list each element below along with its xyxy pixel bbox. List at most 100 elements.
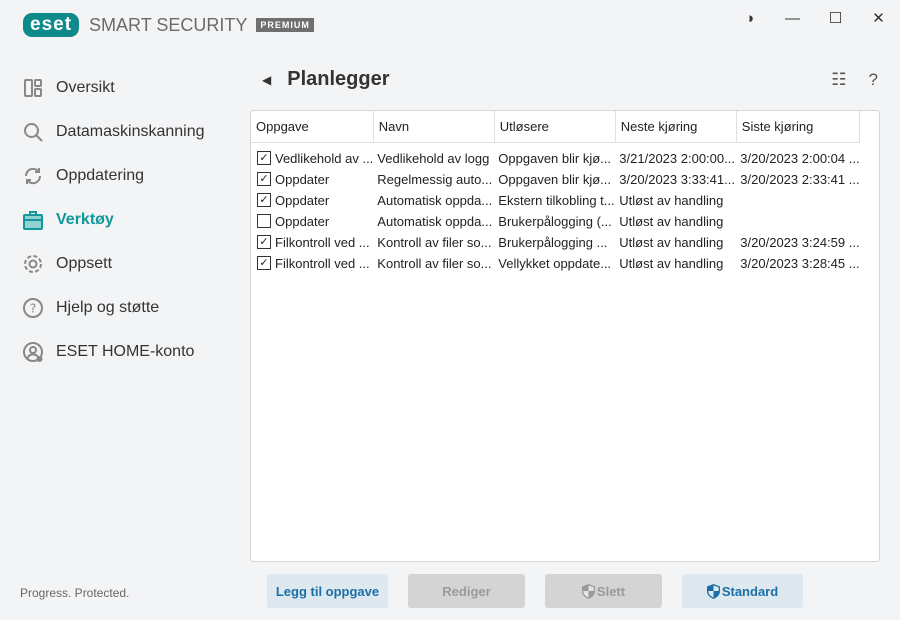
sidebar-item-label: Datamaskinskanning [56,123,205,140]
help-icon: ? [23,298,43,318]
task-enabled-checkbox[interactable]: ✓ [257,172,271,187]
table-cell [736,211,859,232]
sidebar-item-oversikt[interactable]: Oversikt [22,66,205,110]
column-header[interactable]: Navn [373,111,495,143]
column-header[interactable]: Siste kjøring [736,111,861,143]
sidebar-item-oppsett[interactable]: Oppsett [22,242,205,286]
default-button[interactable]: Standard [682,574,803,608]
gear-icon [24,255,42,273]
table-cell: ✓ Filkontroll ved ... [251,253,373,274]
table-cell: Brukerpålogging (... [494,211,615,232]
table-cell: 3/20/2023 3:33:41... [615,169,736,190]
table-row[interactable]: ✓ Oppdater Automatisk oppda... Ekstern tilk… [251,190,860,211]
cell-text: 3/20/2023 3:24:59 ... [740,235,860,250]
default-label: Standard [721,583,779,599]
theme-toggle-icon[interactable]: ◑ [728,8,771,28]
table-row[interactable]: ✓ Oppdater Regelmessig auto... Oppgaven bli… [251,169,860,190]
table-cell: Kontroll av filer so... [373,253,494,274]
cell-text: Utløst av handling [619,256,724,271]
column-header[interactable]: Oppgave [251,111,374,143]
sidebar-item-datamaskinskanning[interactable]: Datamaskinskanning [22,110,205,154]
table-cell: ✓ Oppdater [251,190,373,211]
maximize-button[interactable]: ☐ [814,8,857,28]
account-icon [23,342,43,362]
table-cell: 3/21/2023 2:00:00... [615,148,736,169]
cell-text: Utløst av handling [619,235,724,250]
table-row[interactable]: ✓ Filkontroll ved ... Kontroll av filer so… [251,253,860,274]
table-cell: Regelmessig auto... [373,169,494,190]
cell-text: Kontroll av filer so... [377,235,492,250]
delete-button[interactable]: Slett [545,574,662,608]
table-cell: Brukerpålogging ... [494,232,615,253]
scheduler-table-panel: Oppgave Navn Utløsere Neste kjøring Siste kj… [250,110,880,562]
task-enabled-checkbox[interactable]: ✓ [257,235,271,250]
back-button[interactable]: ◀ [262,73,271,87]
table-cell: Vellykket oppdate... [494,253,615,274]
page-title: Planlegger [287,68,390,90]
table-cell: Automatisk oppda... [373,190,494,211]
delete-label: Slett [596,583,626,599]
view-options-icon[interactable]: ☷ [831,70,846,90]
eset-logo: eset [23,13,80,37]
sidebar-item-oppdatering[interactable]: Oppdatering [22,154,205,198]
action-buttons: Legg til oppgave Rediger Slett Standard [267,574,803,608]
task-enabled-checkbox[interactable]: ✓ [257,256,271,271]
svg-text:?: ? [30,302,36,316]
cell-text: Filkontroll ved ... [275,234,370,250]
close-button[interactable]: ✕ [857,8,900,28]
sidebar-item-label: Oppdatering [56,167,145,184]
sidebar-item-verktøy[interactable]: Verktøy [22,198,205,242]
add-task-button[interactable]: Legg til oppgave [267,574,388,608]
cell-text: Oppdater [275,192,330,208]
edition-badge: PREMIUM [256,18,314,32]
edit-button[interactable]: Rediger [408,574,525,608]
sidebar-item-label: Oppsett [56,255,113,272]
header-actions: ☷ ? [831,70,878,90]
column-header[interactable]: Neste kjøring [615,111,737,143]
table-row[interactable]: ✓ Vedlikehold av ... Vedlikehold av logg Op… [251,148,860,169]
table-cell [736,190,859,211]
table-cell: Oppdater [251,211,373,232]
window-controls: ◑ — ☐ ✕ [728,8,900,28]
table-cell: 3/20/2023 3:28:45 ... [736,253,859,274]
add-task-label: Legg til oppgave [275,583,380,599]
help-icon[interactable]: ? [869,70,878,90]
table-cell: Ekstern tilkobling t... [494,190,615,211]
table-row[interactable]: Oppdater Automatisk oppda... Brukerpåloggi… [251,211,860,232]
cell-text: Oppdater [275,213,330,229]
cell-text: Utløst av handling [619,214,724,229]
sidebar-item-hjelp-og-støtte[interactable]: ? Hjelp og støtte [22,286,205,330]
table-row[interactable]: ✓ Filkontroll ved ... Kontroll av filer so… [251,232,860,253]
shield-icon [706,583,720,599]
table-cell: ✓ Vedlikehold av ... [251,148,373,169]
table-cell: Utløst av handling [615,253,736,274]
cell-text: Regelmessig auto... [377,172,493,187]
cell-text: 3/21/2023 2:00:00... [619,151,735,166]
task-enabled-checkbox[interactable]: ✓ [257,151,271,166]
table-cell: 3/20/2023 2:33:41 ... [736,169,859,190]
cell-text: 3/20/2023 2:33:41 ... [740,172,860,187]
minimize-button[interactable]: — [771,8,814,28]
cell-text: Vedlikehold av ... [275,150,374,166]
task-enabled-checkbox[interactable]: ✓ [257,193,271,208]
sidebar-item-label: Hjelp og støtte [56,299,160,316]
table-cell: 3/20/2023 2:00:04 ... [736,148,859,169]
sidebar-item-eset-home-konto[interactable]: ESET HOME-konto [22,330,205,374]
cell-text: Kontroll av filer so... [377,256,492,271]
product-name: SMART SECURITY [89,14,248,35]
search-icon [24,123,43,142]
table-cell: Utløst av handling [615,190,736,211]
cell-text: 3/20/2023 3:28:45 ... [740,256,860,271]
task-enabled-checkbox[interactable] [257,214,271,229]
table-cell: Oppgaven blir kjø... [494,169,615,190]
sidebar-item-label: Verktøy [56,211,114,228]
table-cell: 3/20/2023 3:24:59 ... [736,232,859,253]
cell-text: Oppgaven blir kjø... [498,172,612,187]
page-header: ◀ Planlegger [262,68,390,91]
scheduler-table: Oppgave Navn Utløsere Neste kjøring Siste kj… [251,111,861,274]
sidebar-item-label: ESET HOME-konto [56,343,195,360]
sidebar: Oversikt Datamaskinskanning Oppdatering Ver… [22,66,205,374]
refresh-icon [24,167,42,185]
table-cell: ✓ Filkontroll ved ... [251,232,373,253]
column-header[interactable]: Utløsere [494,111,616,143]
